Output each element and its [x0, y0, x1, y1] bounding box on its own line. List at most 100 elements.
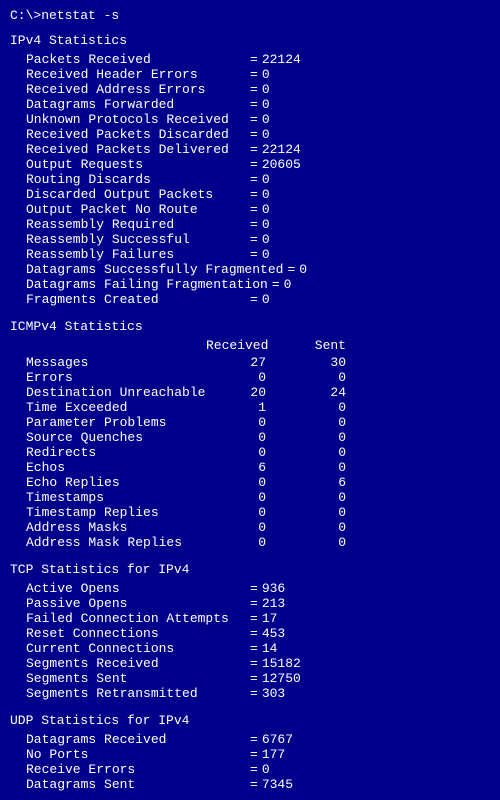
- stat-value: 0: [262, 127, 270, 142]
- stat-equals: =: [246, 777, 262, 792]
- icmpv4-section: ICMPv4 Statistics Received Sent Messages…: [10, 319, 490, 550]
- stat-equals: =: [246, 686, 262, 701]
- stat-label: Reassembly Failures: [26, 247, 246, 262]
- ipv4-stat-row: Routing Discards = 0: [10, 172, 490, 187]
- stat-equals: =: [283, 262, 299, 277]
- icmpv4-label-col: [26, 338, 206, 353]
- icmp-label: Errors: [26, 370, 206, 385]
- stat-value: 213: [262, 596, 285, 611]
- icmp-received-value: 0: [206, 520, 286, 535]
- stat-value: 6767: [262, 732, 293, 747]
- stat-value: 0: [262, 217, 270, 232]
- tcp-stat-row: Passive Opens = 213: [10, 596, 490, 611]
- icmpv4-stat-row: Source Quenches00: [10, 430, 490, 445]
- stat-value: 0: [262, 97, 270, 112]
- tcp-stat-row: Reset Connections = 453: [10, 626, 490, 641]
- icmp-sent-value: 6: [286, 475, 346, 490]
- stat-label: Received Address Errors: [26, 82, 246, 97]
- stat-value: 0: [262, 112, 270, 127]
- stat-equals: =: [246, 292, 262, 307]
- icmp-sent-value: 0: [286, 520, 346, 535]
- stat-value: 303: [262, 686, 285, 701]
- tcp-stat-row: Segments Sent = 12750: [10, 671, 490, 686]
- stat-value: 0: [262, 247, 270, 262]
- ipv4-stat-row: Reassembly Successful = 0: [10, 232, 490, 247]
- stat-label: Discarded Output Packets: [26, 187, 246, 202]
- ipv4-stat-row: Output Requests = 20605: [10, 157, 490, 172]
- tcp-stat-row: Segments Retransmitted = 303: [10, 686, 490, 701]
- icmp-sent-value: 0: [286, 460, 346, 475]
- icmp-received-value: 0: [206, 430, 286, 445]
- stat-value: 14: [262, 641, 278, 656]
- tcp-stat-row: Failed Connection Attempts = 17: [10, 611, 490, 626]
- stat-label: Datagrams Forwarded: [26, 97, 246, 112]
- ipv4-section: IPv4 Statistics Packets Received = 22124…: [10, 33, 490, 307]
- stat-equals: =: [246, 202, 262, 217]
- icmp-label: Timestamps: [26, 490, 206, 505]
- stat-value: 0: [262, 67, 270, 82]
- icmp-label: Redirects: [26, 445, 206, 460]
- icmpv4-stat-row: Echos60: [10, 460, 490, 475]
- icmp-label: Destination Unreachable: [26, 385, 206, 400]
- stat-value: 0: [262, 762, 270, 777]
- icmpv4-stat-row: Address Mask Replies00: [10, 535, 490, 550]
- stat-label: Failed Connection Attempts: [26, 611, 246, 626]
- ipv4-stat-row: Packets Received = 22124: [10, 52, 490, 67]
- icmp-sent-value: 0: [286, 400, 346, 415]
- icmp-received-value: 0: [206, 415, 286, 430]
- stat-label: Output Packet No Route: [26, 202, 246, 217]
- icmpv4-stat-row: Echo Replies06: [10, 475, 490, 490]
- icmp-sent-value: 0: [286, 535, 346, 550]
- icmp-received-value: 0: [206, 370, 286, 385]
- icmp-sent-value: 24: [286, 385, 346, 400]
- stat-value: 12750: [262, 671, 301, 686]
- stat-label: Fragments Created: [26, 292, 246, 307]
- icmpv4-stat-row: Timestamps00: [10, 490, 490, 505]
- icmp-label: Source Quenches: [26, 430, 206, 445]
- stat-label: Passive Opens: [26, 596, 246, 611]
- stat-equals: =: [246, 581, 262, 596]
- stat-label: Receive Errors: [26, 762, 246, 777]
- icmpv4-received-col-header: Received: [206, 338, 286, 353]
- icmp-label: Time Exceeded: [26, 400, 206, 415]
- icmp-label: Echos: [26, 460, 206, 475]
- stat-label: Datagrams Successfully Fragmented: [26, 262, 283, 277]
- icmp-label: Timestamp Replies: [26, 505, 206, 520]
- stat-label: Reassembly Required: [26, 217, 246, 232]
- icmpv4-header: ICMPv4 Statistics: [10, 319, 490, 334]
- stat-value: 936: [262, 581, 285, 596]
- stat-equals: =: [246, 97, 262, 112]
- stat-value: 0: [284, 277, 292, 292]
- icmpv4-rows: Messages2730Errors00Destination Unreacha…: [10, 355, 490, 550]
- ipv4-stat-row: Datagrams Successfully Fragmented = 0: [10, 262, 490, 277]
- tcp-stat-row: Current Connections = 14: [10, 641, 490, 656]
- stat-equals: =: [246, 232, 262, 247]
- stat-label: Current Connections: [26, 641, 246, 656]
- ipv4-stat-row: Received Header Errors = 0: [10, 67, 490, 82]
- stat-equals: =: [246, 172, 262, 187]
- stat-value: 7345: [262, 777, 293, 792]
- udp-stat-row: Datagrams Sent = 7345: [10, 777, 490, 792]
- command-line: C:\>netstat -s: [10, 8, 490, 23]
- stat-value: 0: [262, 232, 270, 247]
- stat-equals: =: [246, 626, 262, 641]
- icmp-label: Echo Replies: [26, 475, 206, 490]
- stat-value: 15182: [262, 656, 301, 671]
- stat-equals: =: [246, 52, 262, 67]
- icmp-sent-value: 0: [286, 490, 346, 505]
- ipv4-stat-row: Received Packets Discarded = 0: [10, 127, 490, 142]
- stat-label: Datagrams Received: [26, 732, 246, 747]
- icmpv4-stat-row: Destination Unreachable2024: [10, 385, 490, 400]
- stat-label: Packets Received: [26, 52, 246, 67]
- icmpv4-stat-row: Parameter Problems00: [10, 415, 490, 430]
- stat-label: Unknown Protocols Received: [26, 112, 246, 127]
- tcp-stat-row: Segments Received = 15182: [10, 656, 490, 671]
- icmp-received-value: 27: [206, 355, 286, 370]
- stat-equals: =: [246, 142, 262, 157]
- tcp-stat-row: Active Opens = 936: [10, 581, 490, 596]
- stat-equals: =: [246, 671, 262, 686]
- ipv4-stat-row: Reassembly Failures = 0: [10, 247, 490, 262]
- ipv4-stat-row: Reassembly Required = 0: [10, 217, 490, 232]
- icmp-received-value: 0: [206, 475, 286, 490]
- ipv4-stat-row: Output Packet No Route = 0: [10, 202, 490, 217]
